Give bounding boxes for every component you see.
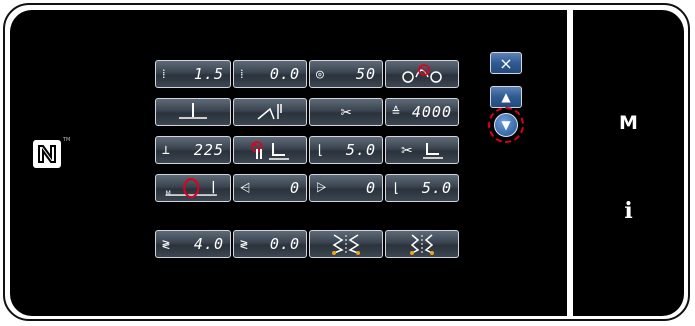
scroll-up-button[interactable]: ▲ bbox=[490, 86, 522, 108]
nfc-icon[interactable] bbox=[33, 140, 61, 168]
foot-height-button[interactable]: ⌊ 5.0 bbox=[309, 136, 383, 164]
svg-text:✂: ✂ bbox=[401, 143, 413, 159]
start-backtack-value: 0 bbox=[289, 179, 300, 197]
thread-tension-button[interactable]: ◎ 50 bbox=[309, 60, 383, 88]
stitch-length-icon: ⁞ bbox=[162, 67, 166, 82]
foot-lift-amount-value: 5.0 bbox=[421, 179, 452, 197]
scissors-icon: ✂ bbox=[340, 101, 352, 123]
zigzag-base-icon: ≷ bbox=[240, 236, 248, 252]
stitch-offset-icon: ⁞ bbox=[240, 67, 244, 82]
scroll-down-button[interactable]: ▼ bbox=[494, 113, 518, 137]
stitch-length-value: 1.5 bbox=[193, 65, 224, 83]
counter-value: 4000 bbox=[411, 103, 452, 121]
close-button[interactable]: × bbox=[490, 52, 522, 74]
needle-stop-icon: ⊥ bbox=[162, 142, 170, 158]
thread-tension-value: 50 bbox=[355, 65, 376, 83]
needle-stop-value: 225 bbox=[193, 141, 224, 159]
presser-lift-button[interactable] bbox=[233, 98, 307, 126]
foot-no-lift-icon bbox=[251, 141, 289, 160]
end-backtack-button[interactable]: ⩥ 0 bbox=[309, 174, 383, 202]
thread-trim-button[interactable]: ✂ bbox=[309, 98, 383, 126]
zigzag-width-icon: ≷ bbox=[162, 236, 170, 252]
foot-height-icon: ⌊ bbox=[316, 142, 324, 158]
arrow-up-icon: ▲ bbox=[501, 90, 511, 104]
zigzag-pattern-b-icon bbox=[410, 234, 434, 255]
info-button[interactable]: i bbox=[573, 198, 684, 224]
zigzag-width-value: 4.0 bbox=[193, 235, 224, 253]
mode-button[interactable]: M bbox=[573, 112, 684, 134]
zigzag-pattern-b-button[interactable] bbox=[385, 230, 459, 258]
trim-and-lift-button[interactable]: ✂ bbox=[385, 136, 459, 164]
thread-trim-setting-button[interactable] bbox=[385, 60, 459, 88]
zigzag-width-button[interactable]: ≷ 4.0 bbox=[155, 230, 231, 258]
zigzag-base-button[interactable]: ≷ 0.0 bbox=[233, 230, 307, 258]
nfc-trademark: TM bbox=[63, 137, 71, 143]
stitch-offset-value: 0.0 bbox=[269, 65, 300, 83]
needle-position-icon bbox=[179, 103, 207, 119]
needle-position-button[interactable] bbox=[155, 98, 231, 126]
counter-button[interactable]: ≙ 4000 bbox=[385, 98, 459, 126]
manual-reverse-button[interactable]: M bbox=[155, 174, 231, 202]
foot-lift-amount-icon: ⌊ bbox=[392, 180, 400, 196]
side-panel bbox=[573, 10, 684, 316]
thread-trim-disabled-icon bbox=[402, 64, 442, 83]
foot-no-lift-button[interactable] bbox=[233, 136, 307, 164]
presser-lift-icon bbox=[257, 104, 282, 120]
end-backtack-icon: ⩥ bbox=[316, 180, 327, 196]
foot-lift-amount-button[interactable]: ⌊ 5.0 bbox=[385, 174, 459, 202]
end-backtack-value: 0 bbox=[365, 179, 376, 197]
needle-stop-button[interactable]: ⊥ 225 bbox=[155, 136, 231, 164]
arrow-down-icon: ▼ bbox=[501, 118, 511, 132]
close-icon: × bbox=[499, 53, 513, 73]
trim-and-lift-icon: ✂ bbox=[401, 143, 443, 159]
svg-text:M: M bbox=[166, 190, 171, 197]
counter-icon: ≙ bbox=[392, 104, 400, 120]
start-backtack-button[interactable]: ⩤ 0 bbox=[233, 174, 307, 202]
stitch-length-button[interactable]: ⁞ 1.5 bbox=[155, 60, 231, 88]
foot-height-value: 5.0 bbox=[345, 141, 376, 159]
manual-reverse-icon: M bbox=[165, 178, 217, 198]
zigzag-base-value: 0.0 bbox=[269, 235, 300, 253]
zigzag-pattern-a-icon bbox=[332, 234, 360, 255]
stitch-offset-button[interactable]: ⁞ 0.0 bbox=[233, 60, 307, 88]
zigzag-pattern-a-button[interactable] bbox=[309, 230, 383, 258]
start-backtack-icon: ⩤ bbox=[240, 180, 251, 196]
thread-tension-icon: ◎ bbox=[316, 66, 324, 82]
